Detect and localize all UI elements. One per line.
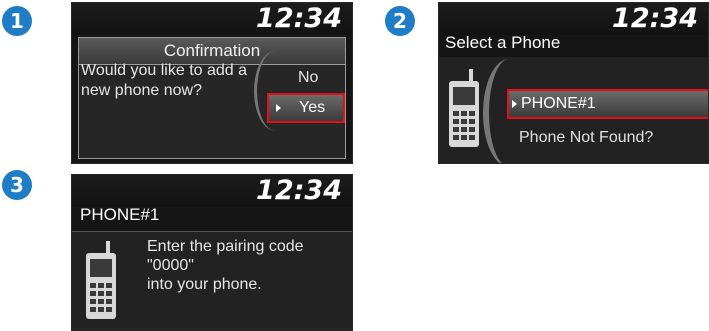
phone-list-item-selected[interactable]: PHONE#1: [507, 89, 708, 119]
pairing-instructions: Enter the pairing code "0000" into your …: [147, 237, 304, 294]
screen-title: PHONE#1: [80, 205, 160, 224]
clock: 12:34: [612, 3, 698, 34]
phone-not-found-item[interactable]: Phone Not Found?: [519, 129, 653, 147]
question-text: Would you like to add a new phone now?: [81, 61, 256, 101]
question-line-2: new phone now?: [81, 82, 202, 99]
pairing-code-screen: 12:34 PHONE#1 Enter the pairing code "00…: [71, 174, 353, 331]
step-3-badge: 3: [2, 170, 32, 200]
step-2-badge: 2: [385, 6, 415, 36]
confirmation-screen: 12:34 Confirmation Would you like to add…: [71, 2, 353, 164]
mobile-phone-icon: [447, 69, 481, 154]
mobile-phone-icon: [84, 241, 118, 326]
message-line: into your phone.: [147, 276, 262, 293]
pairing-code: "0000": [147, 257, 194, 274]
screen-title: Select a Phone: [445, 33, 561, 52]
yes-option[interactable]: Yes: [267, 93, 345, 123]
select-phone-screen: 12:34 Select a Phone PHONE#1 Phone Not F…: [438, 2, 709, 164]
clock: 12:34: [256, 3, 342, 34]
message-line: Enter the pairing code: [147, 238, 304, 255]
no-option[interactable]: No: [298, 69, 318, 87]
step-1-badge: 1: [2, 6, 32, 36]
question-line-1: Would you like to add a: [81, 62, 248, 79]
list-item-label: PHONE#1: [521, 95, 596, 112]
yes-option-label: Yes: [299, 99, 326, 116]
clock: 12:34: [256, 175, 342, 206]
triangle-right-icon: [276, 104, 281, 112]
triangle-right-icon: [512, 100, 517, 108]
